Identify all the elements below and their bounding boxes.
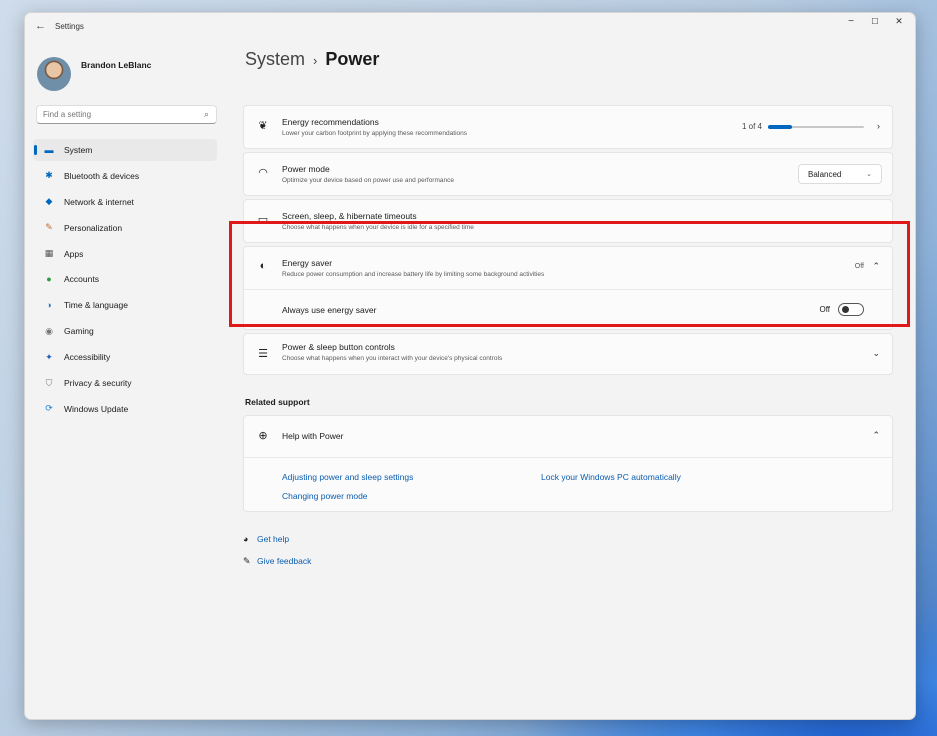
page-title: Power bbox=[325, 49, 380, 69]
energy-recommendations-card[interactable]: ❦ Energy recommendations Lower your carb… bbox=[243, 105, 893, 149]
nav-icon: ▬ bbox=[44, 145, 54, 155]
leaf-icon: ❦ bbox=[258, 120, 268, 132]
chevron-down-icon: ⌄ bbox=[866, 171, 872, 178]
sidebar-item-label: Personalization bbox=[64, 222, 123, 233]
sidebar-item-label: Time & language bbox=[64, 300, 128, 311]
nav-icon: ◆ bbox=[45, 196, 53, 207]
search-icon[interactable]: ⌕ bbox=[204, 109, 209, 120]
related-support-heading: Related support bbox=[245, 397, 310, 407]
feedback-icon: ✎ bbox=[243, 556, 251, 566]
recommendations-progress-fill bbox=[768, 125, 792, 129]
energy-recommendations-title: Energy recommendations bbox=[282, 117, 379, 127]
nav-icon: ⟳ bbox=[45, 403, 53, 414]
button-controls-card[interactable]: ☰ Power & sleep button controls Choose w… bbox=[243, 333, 893, 375]
sidebar-item-system[interactable]: ▬ System bbox=[33, 139, 217, 161]
sidebar-item-windows-update[interactable]: ⟳ Windows Update bbox=[33, 398, 217, 420]
give-feedback-link[interactable]: ✎ Give feedback bbox=[243, 556, 311, 567]
globe-icon: ⊕ bbox=[258, 430, 268, 442]
get-help-label: Get help bbox=[257, 534, 290, 544]
chevron-up-icon[interactable]: ⌃ bbox=[872, 430, 880, 441]
sidebar-item-time-language[interactable]: ◑ Time & language bbox=[33, 294, 217, 316]
sidebar-item-network-internet[interactable]: ◆ Network & internet bbox=[33, 191, 217, 213]
give-feedback-label: Give feedback bbox=[257, 556, 312, 566]
nav-icon: ✎ bbox=[45, 222, 53, 233]
sidebar-item-label: Privacy & security bbox=[64, 378, 132, 389]
power-mode-title: Power mode bbox=[282, 164, 330, 174]
power-mode-gauge-icon: ◠ bbox=[258, 167, 268, 179]
button-controls-title: Power & sleep button controls bbox=[282, 342, 395, 352]
help-header[interactable]: ⊕ Help with Power ⌃ bbox=[244, 416, 892, 458]
breadcrumb-separator-icon: › bbox=[313, 53, 318, 68]
chevron-down-icon[interactable]: ⌄ bbox=[872, 348, 880, 359]
sidebar-item-label: System bbox=[64, 145, 93, 155]
sidebar-item-label: Network & internet bbox=[64, 196, 134, 207]
sidebar-item-apps[interactable]: ▦ Apps bbox=[33, 243, 217, 265]
sidebar-item-accounts[interactable]: ● Accounts bbox=[33, 268, 217, 290]
sidebar-item-label: Windows Update bbox=[64, 403, 129, 414]
sidebar-item-privacy-security[interactable]: ⛉ Privacy & security bbox=[33, 372, 217, 394]
nav-icon: ✦ bbox=[45, 351, 53, 362]
sidebar-item-label: Gaming bbox=[64, 326, 94, 337]
sidebar-item-accessibility[interactable]: ✦ Accessibility bbox=[33, 346, 217, 368]
breadcrumb: System › Power bbox=[245, 49, 379, 70]
search-input[interactable] bbox=[43, 110, 193, 119]
sidebar-item-label: Apps bbox=[64, 248, 84, 259]
recommendations-progress-bar bbox=[768, 125, 864, 129]
recommendations-progress-text: 1 of 4 bbox=[741, 122, 762, 131]
power-mode-value: Balanced bbox=[808, 170, 842, 179]
nav-icon: ◉ bbox=[45, 325, 53, 336]
sidebar-item-label: Accessibility bbox=[64, 352, 111, 363]
button-controls-icon: ☰ bbox=[258, 348, 268, 360]
settings-window: ← Settings − ☐ ✕ Brandon LeBlanc ⌕ ▬ Syst… bbox=[24, 12, 916, 720]
sidebar-item-label: Bluetooth & devices bbox=[64, 170, 140, 181]
get-help-icon: ◕ bbox=[243, 534, 249, 544]
power-mode-desc: Optimize your device based on power use … bbox=[282, 177, 454, 184]
breadcrumb-system[interactable]: System bbox=[245, 49, 305, 69]
timeouts-title: Screen, sleep, & hibernate timeouts bbox=[282, 211, 417, 221]
search-box[interactable]: ⌕ bbox=[36, 105, 217, 124]
power-mode-dropdown[interactable]: Balanced ⌄ bbox=[798, 164, 882, 184]
help-link-adjusting-power[interactable]: Adjusting power and sleep settings bbox=[282, 472, 413, 482]
active-indicator bbox=[34, 145, 37, 155]
nav-icon: ▦ bbox=[44, 248, 54, 259]
nav-icon: ● bbox=[46, 274, 52, 285]
nav-icon: ⛉ bbox=[45, 377, 53, 388]
energy-recommendations-desc: Lower your carbon footprint by applying … bbox=[282, 130, 467, 137]
nav-list: ▬ System ✱ Bluetooth & devices ◆ Network & in… bbox=[33, 139, 217, 424]
help-link-changing-power-mode[interactable]: Changing power mode bbox=[282, 491, 368, 501]
nav-icon: ◑ bbox=[46, 300, 52, 311]
sidebar-item-bluetooth-devices[interactable]: ✱ Bluetooth & devices bbox=[33, 165, 217, 187]
button-controls-desc: Choose what happens when you interact wi… bbox=[282, 355, 503, 362]
nav-icon: ✱ bbox=[45, 170, 53, 181]
help-link-lock-pc[interactable]: Lock your Windows PC automatically bbox=[541, 472, 681, 482]
sidebar-item-personalization[interactable]: ✎ Personalization bbox=[33, 217, 217, 239]
sidebar-item-label: Accounts bbox=[64, 274, 99, 285]
sidebar: Brandon LeBlanc ⌕ ▬ System ✱ Bluetooth & de… bbox=[25, 43, 225, 713]
get-help-link[interactable]: ◕ Get help bbox=[243, 534, 289, 544]
title-bar: ← Settings − ☐ ✕ bbox=[25, 13, 915, 43]
back-arrow-icon[interactable]: ← bbox=[35, 20, 46, 32]
help-title: Help with Power bbox=[282, 431, 344, 441]
highlight-annotation-box bbox=[229, 221, 910, 327]
window-title: Settings bbox=[55, 22, 84, 31]
close-button[interactable]: ✕ bbox=[885, 16, 913, 27]
chevron-right-icon[interactable]: › bbox=[877, 121, 880, 131]
avatar[interactable] bbox=[37, 57, 71, 91]
user-name: Brandon LeBlanc bbox=[81, 60, 152, 70]
power-mode-card: ◠ Power mode Optimize your device based … bbox=[243, 152, 893, 196]
help-card: ⊕ Help with Power ⌃ Adjusting power and … bbox=[243, 415, 893, 512]
sidebar-item-gaming[interactable]: ◉ Gaming bbox=[33, 320, 217, 342]
